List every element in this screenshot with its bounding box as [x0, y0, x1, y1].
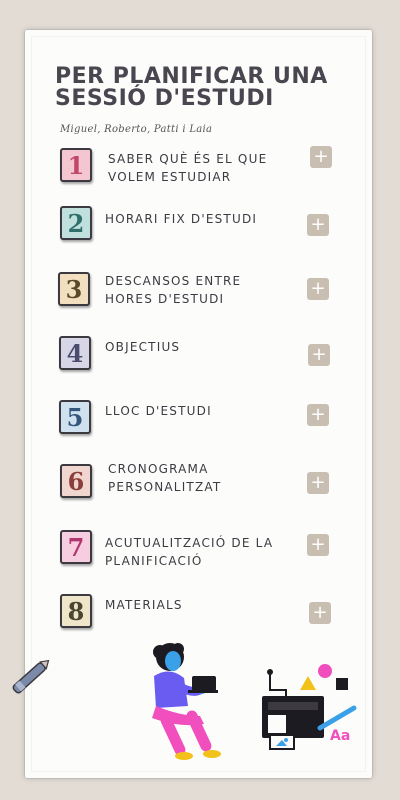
item-label: OBJECTIUS: [105, 340, 181, 354]
list-item: 3 DESCANSOS ENTRE HORES D'ESTUDI +: [0, 270, 400, 314]
expand-button-1[interactable]: +: [310, 146, 332, 168]
design-tools-illustration: Aa: [262, 664, 357, 750]
person-laptop-illustration: [152, 643, 221, 760]
number-badge-6: 6: [60, 464, 92, 498]
authors-line: Miguel, Roberto, Patti i Laia: [60, 124, 213, 135]
pen-illustration: [12, 659, 50, 694]
list-item: 6 CRONOGRAMA PERSONALITZAT +: [0, 460, 400, 504]
item-label: DESCANSOS ENTRE HORES D'ESTUDI: [105, 274, 242, 306]
list-item: 5 LLOC D'ESTUDI +: [0, 398, 400, 442]
number-badge-2: 2: [60, 206, 92, 240]
number-badge-4: 4: [59, 336, 91, 370]
item-label: CRONOGRAMA PERSONALITZAT: [108, 462, 222, 494]
number-badge-1: 1: [60, 148, 92, 182]
expand-button-2[interactable]: +: [307, 214, 329, 236]
item-label: ACUTUALITZACIÓ DE LA PLANIFICACIÓ: [105, 536, 274, 568]
expand-button-4[interactable]: +: [308, 344, 330, 366]
expand-button-7[interactable]: +: [307, 534, 329, 556]
item-label: LLOC D'ESTUDI: [105, 404, 212, 418]
item-label: HORARI FIX D'ESTUDI: [105, 212, 258, 226]
list-item: 8 MATERIALS +: [0, 592, 400, 636]
item-label: SABER QUÈ ÉS EL QUE VOLEM ESTUDIAR: [108, 152, 268, 184]
list-item: 4 OBJECTIUS +: [0, 334, 400, 378]
list-item: 7 ACUTUALITZACIÓ DE LA PLANIFICACIÓ +: [0, 528, 400, 572]
number-badge-7: 7: [60, 530, 92, 564]
expand-button-6[interactable]: +: [307, 472, 329, 494]
list-item: 1 SABER QUÈ ÉS EL QUE VOLEM ESTUDIAR +: [0, 146, 400, 190]
expand-button-3[interactable]: +: [307, 278, 329, 300]
font-glyph: Aa: [330, 728, 350, 744]
item-label: MATERIALS: [105, 598, 183, 612]
page-title: PER PLANIFICAR UNA SESSIÓ D'ESTUDI: [55, 64, 328, 111]
number-badge-3: 3: [58, 272, 90, 306]
expand-button-8[interactable]: +: [309, 602, 331, 624]
number-badge-8: 8: [60, 594, 92, 628]
number-badge-5: 5: [59, 400, 91, 434]
expand-button-5[interactable]: +: [307, 404, 329, 426]
list-item: 2 HORARI FIX D'ESTUDI +: [0, 204, 400, 248]
